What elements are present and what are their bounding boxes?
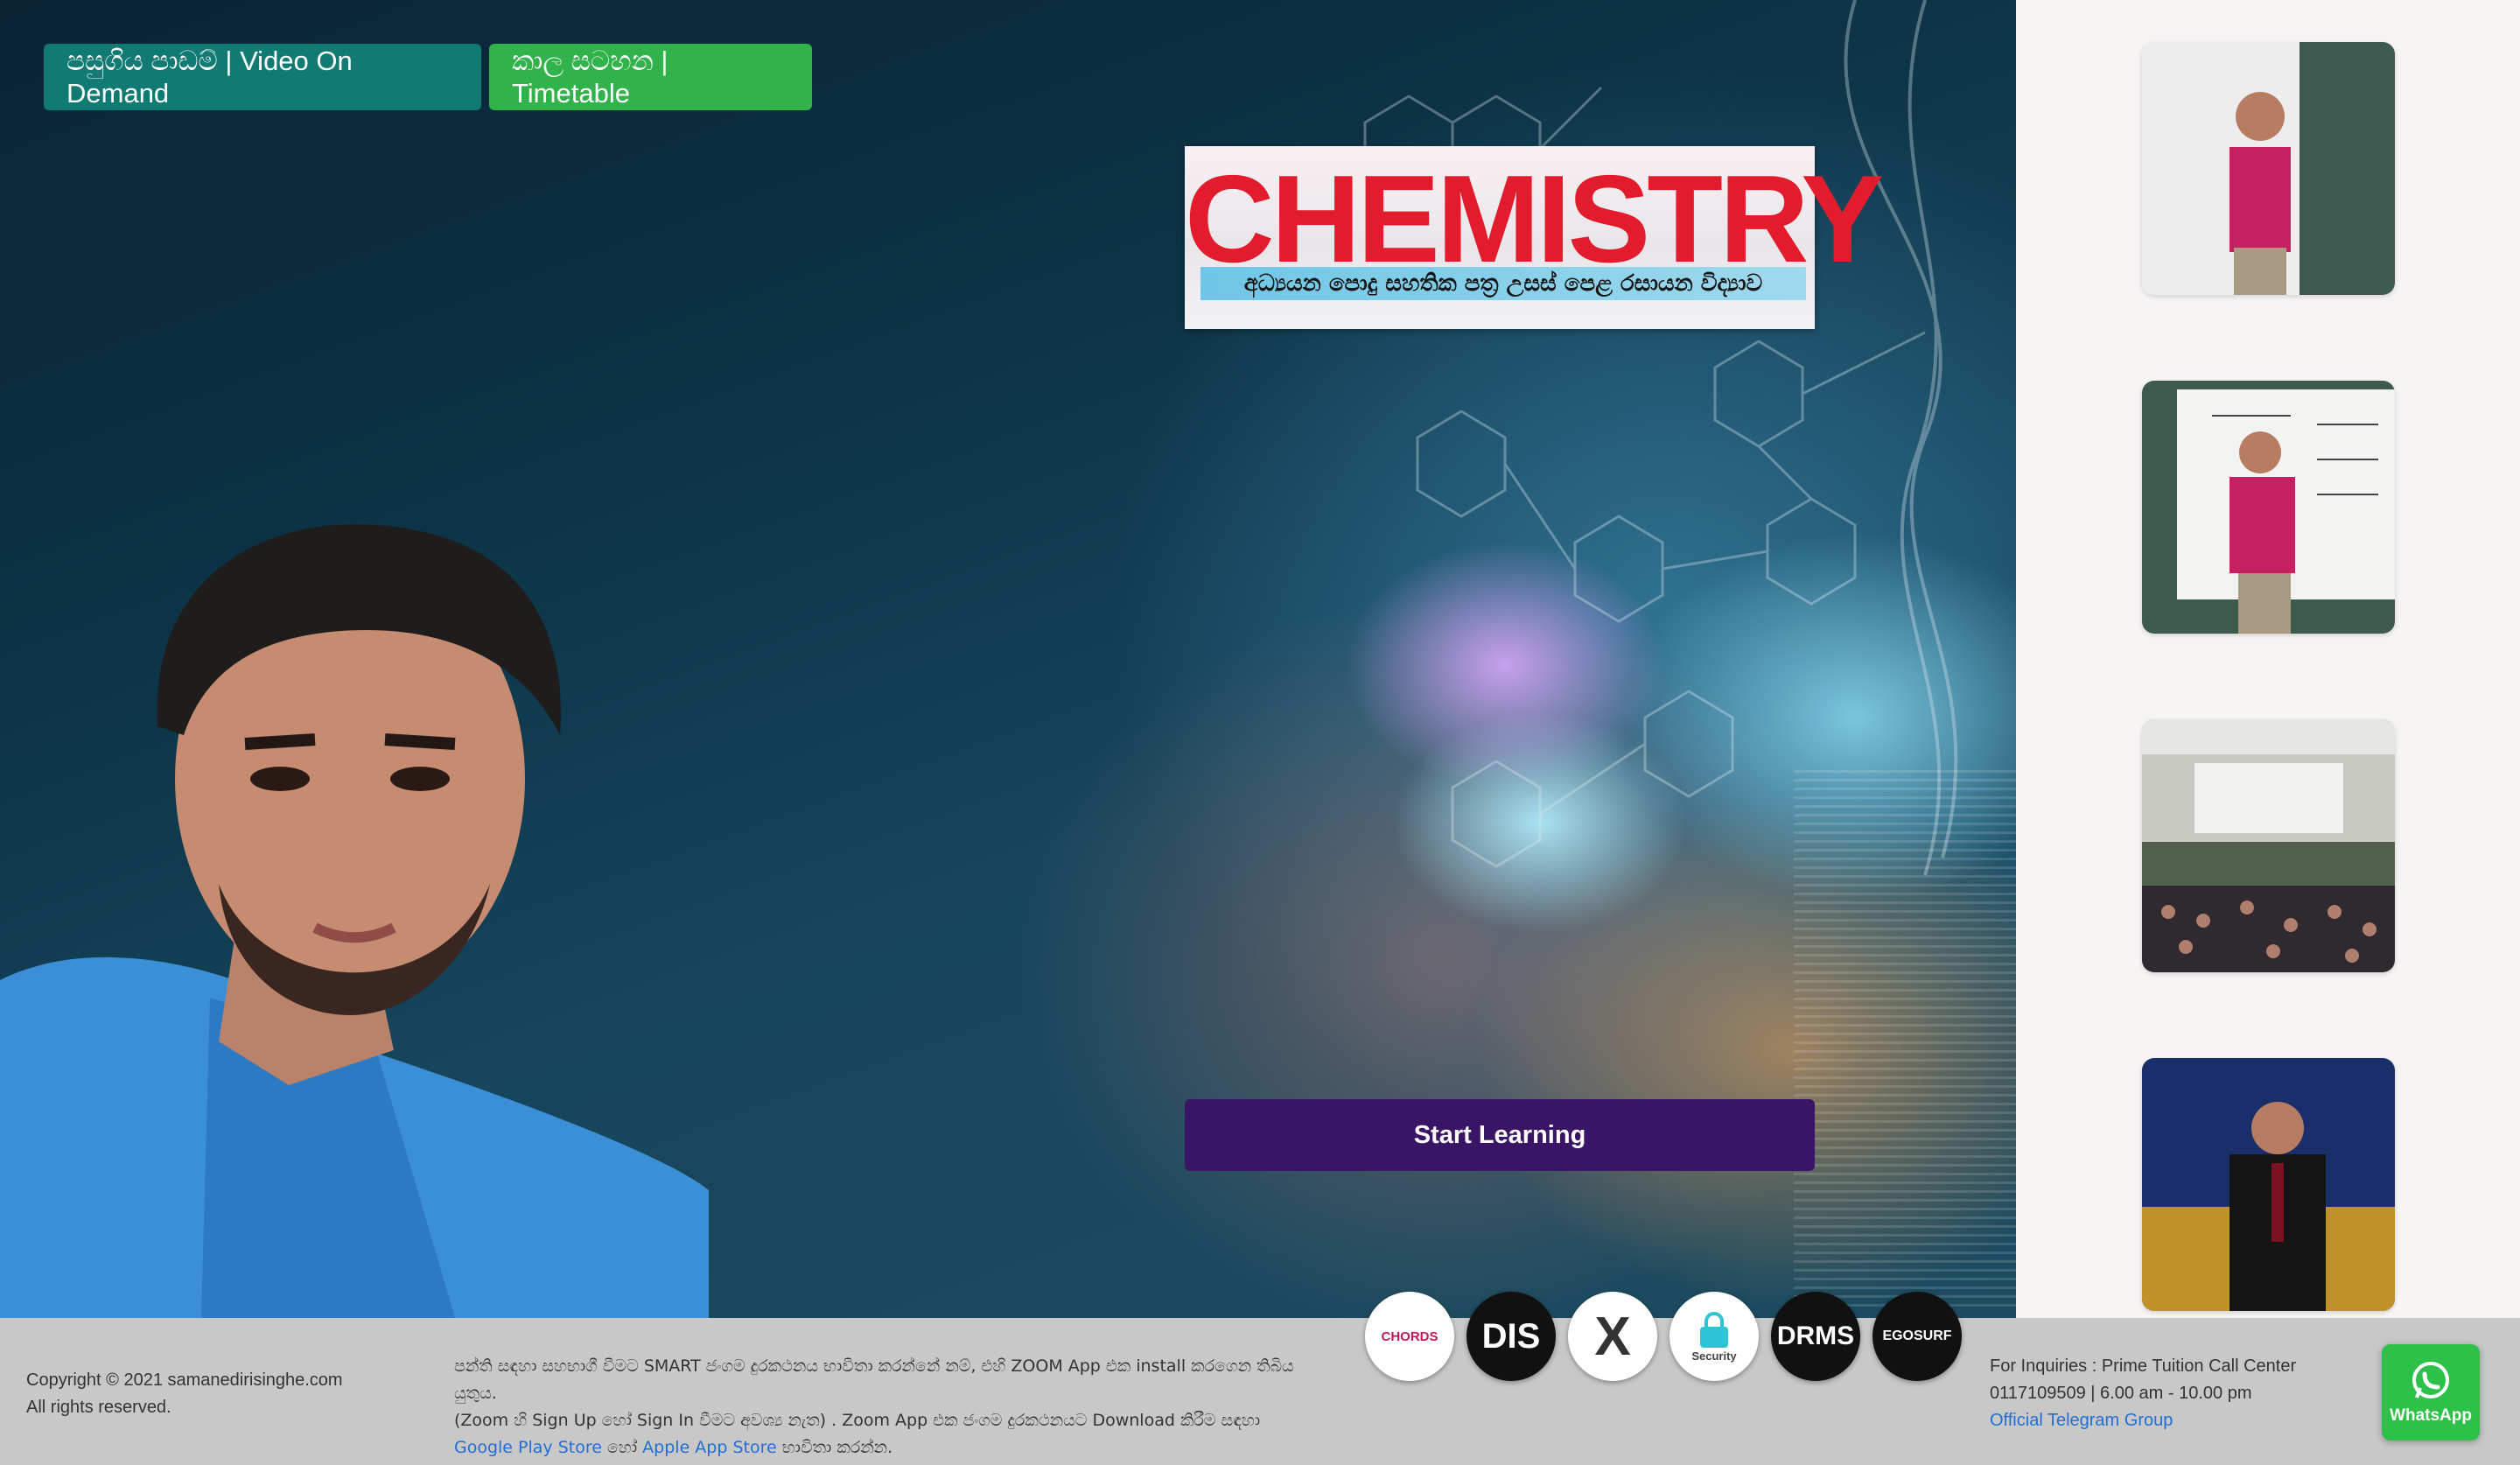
inquiries: For Inquiries : Prime Tuition Call Cente… xyxy=(1990,1353,2296,1434)
gallery-photo-tv-interview[interactable] xyxy=(2142,1058,2395,1311)
photo-scene xyxy=(2142,381,2395,634)
video-on-demand-button[interactable]: පසුගිය පාඩම් | Video On Demand xyxy=(44,44,481,110)
telegram-group-link[interactable]: Official Telegram Group xyxy=(1990,1411,2173,1430)
chemistry-banner: CHEMISTRY අධ්‍යයන පොදු සහතික පත්‍ර උසස් … xyxy=(1185,146,1884,329)
teacher-portrait xyxy=(0,524,709,1318)
footer: Copyright © 2021 samanedirisinghe.com Al… xyxy=(0,1318,2520,1465)
apple-app-store-link[interactable]: Apple App Store xyxy=(642,1438,777,1457)
start-learning-button[interactable]: Start Learning xyxy=(1185,1099,1815,1171)
phone-hours: 0117109509 | 6.00 am - 10.00 pm xyxy=(1990,1384,2252,1403)
lock-icon xyxy=(1700,1311,1728,1348)
gallery-photo-whiteboard[interactable] xyxy=(2142,381,2395,634)
security-label: Security xyxy=(1691,1349,1737,1363)
rights-text: All rights reserved. xyxy=(26,1398,172,1417)
zoom-info-line1: පන්ති සඳහා සහභාගී වීමට SMART ජංගම දුරකථන… xyxy=(454,1356,1294,1403)
gallery-photo-lecture-hall[interactable] xyxy=(2142,719,2395,972)
background-text-texture xyxy=(1794,770,2016,1313)
whatsapp-icon xyxy=(2412,1362,2449,1398)
whatsapp-button[interactable]: WhatsApp xyxy=(2382,1344,2480,1440)
drms-logo[interactable]: DRMS xyxy=(1771,1292,1860,1381)
zoom-security-logo[interactable]: Security xyxy=(1670,1292,1759,1381)
copyright-text: Copyright © 2021 samanedirisinghe.com xyxy=(26,1370,343,1390)
google-play-link[interactable]: Google Play Store xyxy=(454,1438,602,1457)
zoom-instructions: පන්ති සඳහා සහභාගී වීමට SMART ජංගම දුරකථන… xyxy=(454,1353,1294,1461)
photo-scene xyxy=(2142,42,2395,295)
timetable-button[interactable]: කාල සටහන | Timetable xyxy=(489,44,812,110)
photo-scene xyxy=(2142,1058,2395,1311)
partner-logos: CHORDS DIS X Security DRMS EGOSURF xyxy=(1365,1292,1962,1383)
or-text: හෝ xyxy=(606,1438,638,1457)
gallery-photo-teaching-board[interactable] xyxy=(2142,42,2395,295)
copyright: Copyright © 2021 samanedirisinghe.com Al… xyxy=(26,1367,343,1421)
photo-gallery xyxy=(2016,0,2520,1318)
zoom-info-line2: (Zoom හි Sign Up හෝ Sign In වීමට අවශ්‍ය … xyxy=(454,1411,1261,1430)
egosurf-logo[interactable]: EGOSURF xyxy=(1872,1292,1962,1381)
inquiries-title: For Inquiries : Prime Tuition Call Cente… xyxy=(1990,1356,2297,1376)
banner-subtitle: අධ්‍යයන පොදු සහතික පත්‍ර උසස් පෙළ රසායන … xyxy=(1200,267,1806,300)
dis-logo[interactable]: DIS xyxy=(1466,1292,1556,1381)
use-text: භාවිතා කරන්න. xyxy=(781,1438,893,1457)
x-logo[interactable]: X xyxy=(1568,1292,1657,1381)
whatsapp-label: WhatsApp xyxy=(2390,1406,2472,1425)
photo-scene xyxy=(2142,719,2395,972)
chords-logo[interactable]: CHORDS xyxy=(1365,1292,1454,1381)
